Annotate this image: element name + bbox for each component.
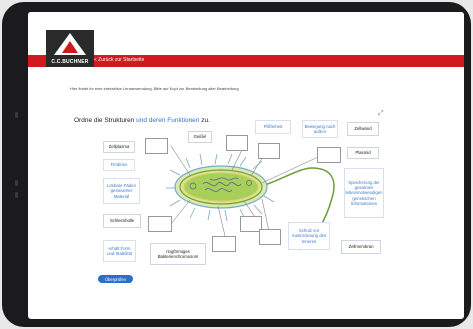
drop-slot[interactable]	[212, 236, 236, 252]
drop-slot[interactable]	[226, 135, 248, 151]
label-zellplasma[interactable]: Zellplasma	[103, 141, 135, 153]
drop-slot[interactable]	[258, 143, 280, 159]
label-form-stabilitaet[interactable]: erhält Form und Stabilität	[103, 240, 136, 262]
label-bakterienchromosom[interactable]: ringförmiges Bakterienchromosom	[150, 243, 206, 265]
label-plasmid[interactable]: Plasmid	[347, 147, 379, 159]
drop-slot[interactable]	[259, 229, 281, 245]
label-fimbrien[interactable]: Fimbrien	[103, 159, 135, 171]
drop-slot[interactable]	[317, 147, 341, 163]
label-pilifreiheit[interactable]: Pilifreiheit	[255, 120, 291, 134]
check-button[interactable]: Überprüfen	[98, 275, 133, 283]
label-schutz[interactable]: Schutz vor Austrocknung des Inneres	[288, 222, 330, 250]
label-zellwand[interactable]: Zellwand	[347, 122, 379, 136]
drop-slot[interactable]	[148, 216, 172, 232]
label-bewegung[interactable]: Bewegung nach außen	[302, 120, 338, 138]
label-schleimhuelle[interactable]: Schleimhülle	[103, 214, 141, 228]
cytoplasm-shape	[183, 172, 259, 202]
label-speicherung[interactable]: Speicherung der gesamten lebensnotwendig…	[344, 168, 384, 218]
label-loesbare-faeden[interactable]: Lösbare Fäden gesteuerter Material	[103, 178, 140, 204]
label-geissel[interactable]: Geißel	[188, 131, 212, 143]
drop-slot[interactable]	[145, 138, 168, 154]
label-zellmembran[interactable]: Zellmembran	[341, 240, 381, 254]
bacterium-illustration	[166, 143, 335, 251]
